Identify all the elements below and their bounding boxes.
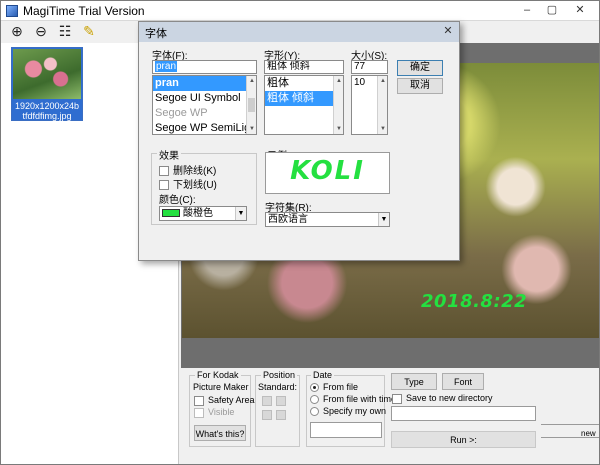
safety-area-label: Safety Area [208, 395, 255, 405]
font-list[interactable]: pran Segoe UI Symbol Segoe WP Segoe WP S… [152, 75, 257, 135]
wand-icon[interactable]: ✎ [81, 24, 97, 40]
sample-preview: KOLI [265, 152, 390, 194]
scroll-down-icon[interactable]: ▼ [247, 124, 256, 134]
strikeout-checkbox[interactable]: 删除线(K) [159, 162, 216, 177]
position-cell[interactable] [262, 410, 272, 420]
custom-date-input[interactable] [310, 422, 382, 438]
whats-this-button[interactable]: What's this? [194, 425, 246, 441]
font-list-item[interactable]: Segoe UI Symbol [153, 91, 256, 106]
directory-input[interactable] [391, 406, 536, 421]
scroll-down-icon[interactable]: ▼ [378, 124, 387, 134]
from-file-with-time-label: From file with time [323, 394, 397, 404]
from-file-with-time-radio-icon [310, 395, 319, 405]
save-new-directory-label: Save to new directory [406, 393, 493, 403]
remove-icon[interactable]: ⊖ [33, 24, 49, 40]
visible-label: Visible [208, 407, 235, 417]
picture-maker-label: Picture Maker [193, 382, 249, 392]
safety-area-check-icon [194, 395, 204, 406]
specify-my-own-radio[interactable]: Specify my own [310, 406, 387, 417]
style-list-scrollbar[interactable]: ▲ ▼ [333, 76, 343, 134]
scroll-up-icon[interactable]: ▲ [247, 76, 256, 86]
from-file-radio-icon [310, 383, 319, 393]
date-group-title: Date [311, 370, 335, 380]
chevron-down-icon[interactable]: ▼ [378, 213, 389, 226]
app-icon [6, 5, 18, 17]
grid-icon[interactable]: ☷ [57, 24, 73, 40]
position-grid[interactable] [260, 386, 298, 424]
style-list-item[interactable]: 粗体 [265, 76, 343, 91]
script-combo[interactable]: 西欧语言 ▼ [265, 212, 390, 227]
window-title: MagiTime Trial Version [23, 4, 145, 18]
scroll-up-icon[interactable]: ▲ [334, 76, 343, 86]
size-list[interactable]: 10 ▲ ▼ [351, 75, 388, 135]
underline-label: 下划线(U) [173, 180, 217, 191]
style-input[interactable]: 粗体 倾斜 [264, 60, 344, 74]
color-value: 酸橙色 [183, 208, 213, 219]
thumbnail-filename: tfdfdfimg.jpg [22, 111, 72, 121]
font-dialog-titlebar: 字体 ✕ [139, 22, 459, 42]
close-button[interactable]: ✕ [569, 3, 591, 18]
divider [541, 437, 599, 438]
strikeout-check-icon [159, 166, 169, 177]
style-list[interactable]: 粗体 粗体 倾斜 ▲ ▼ [264, 75, 344, 135]
font-dialog-close-button[interactable]: ✕ [441, 25, 455, 38]
font-dialog-title: 字体 [145, 28, 167, 40]
scroll-down-icon[interactable]: ▼ [334, 124, 343, 134]
scroll-thumb[interactable] [248, 98, 255, 112]
save-new-directory-check-icon [392, 393, 402, 404]
from-file-label: From file [323, 382, 359, 392]
thumbnail-image [13, 49, 81, 99]
underline-check-icon [159, 180, 169, 191]
underline-checkbox[interactable]: 下划线(U) [159, 176, 217, 191]
effects-title: 效果 [157, 147, 181, 162]
visible-check-icon [194, 407, 204, 418]
safety-area-checkbox[interactable]: Safety Area [194, 395, 255, 406]
visible-checkbox[interactable]: Visible [194, 407, 234, 418]
specify-my-own-label: Specify my own [323, 406, 387, 416]
font-list-scrollbar[interactable]: ▲ ▼ [246, 76, 256, 134]
size-input[interactable]: 77 [351, 60, 388, 74]
kodak-group-title: For Kodak [195, 370, 241, 380]
run-button[interactable]: Run >: [391, 431, 536, 448]
position-cell[interactable] [276, 410, 286, 420]
position-cell[interactable] [276, 396, 286, 406]
font-input[interactable]: pran [152, 60, 257, 74]
color-label: 颜色(C): [159, 195, 196, 206]
type-button[interactable]: Type [391, 373, 437, 390]
scroll-up-icon[interactable]: ▲ [378, 76, 387, 86]
script-value: 西欧语言 [268, 214, 308, 225]
from-file-radio[interactable]: From file [310, 382, 359, 393]
size-list-scrollbar[interactable]: ▲ ▼ [377, 76, 387, 134]
font-dialog: 字体 ✕ 字体(F): pran pran Segoe UI Symbol Se… [138, 21, 460, 261]
chevron-down-icon[interactable]: ▼ [235, 207, 246, 220]
ok-button[interactable]: 确定 [397, 60, 443, 76]
date-stamp: 2018.8:22 [421, 291, 528, 312]
font-list-item[interactable]: pran [153, 76, 256, 91]
maximize-button[interactable]: ▢ [541, 3, 563, 18]
position-group-title: Position [261, 370, 298, 380]
from-file-with-time-radio[interactable]: From file with time [310, 394, 397, 405]
minimize-button[interactable]: – [516, 3, 538, 18]
color-combo[interactable]: 酸橙色 ▼ [159, 206, 247, 221]
font-input-value: pran [155, 61, 178, 72]
title-bar: MagiTime Trial Version – ▢ ✕ [1, 1, 599, 21]
font-list-item[interactable]: Segoe WP SemiLight [153, 121, 256, 134]
specify-my-own-radio-icon [310, 407, 319, 417]
add-icon[interactable]: ⊕ [9, 24, 25, 40]
sample-text: KOLI [290, 156, 365, 186]
thumbnail-item[interactable]: 1920x1200x24b tfdfdfimg.jpg [11, 47, 83, 121]
position-cell[interactable] [262, 396, 272, 406]
font-list-item[interactable]: Segoe WP [153, 106, 256, 121]
thumbnail-size: 1920x1200x24b [14, 101, 80, 111]
divider [541, 424, 599, 425]
color-swatch [162, 209, 180, 218]
cancel-button[interactable]: 取消 [397, 78, 443, 94]
style-list-item[interactable]: 粗体 倾斜 [265, 91, 343, 106]
save-new-directory-checkbox[interactable]: Save to new directory [392, 393, 493, 404]
font-button[interactable]: Font [442, 373, 484, 390]
